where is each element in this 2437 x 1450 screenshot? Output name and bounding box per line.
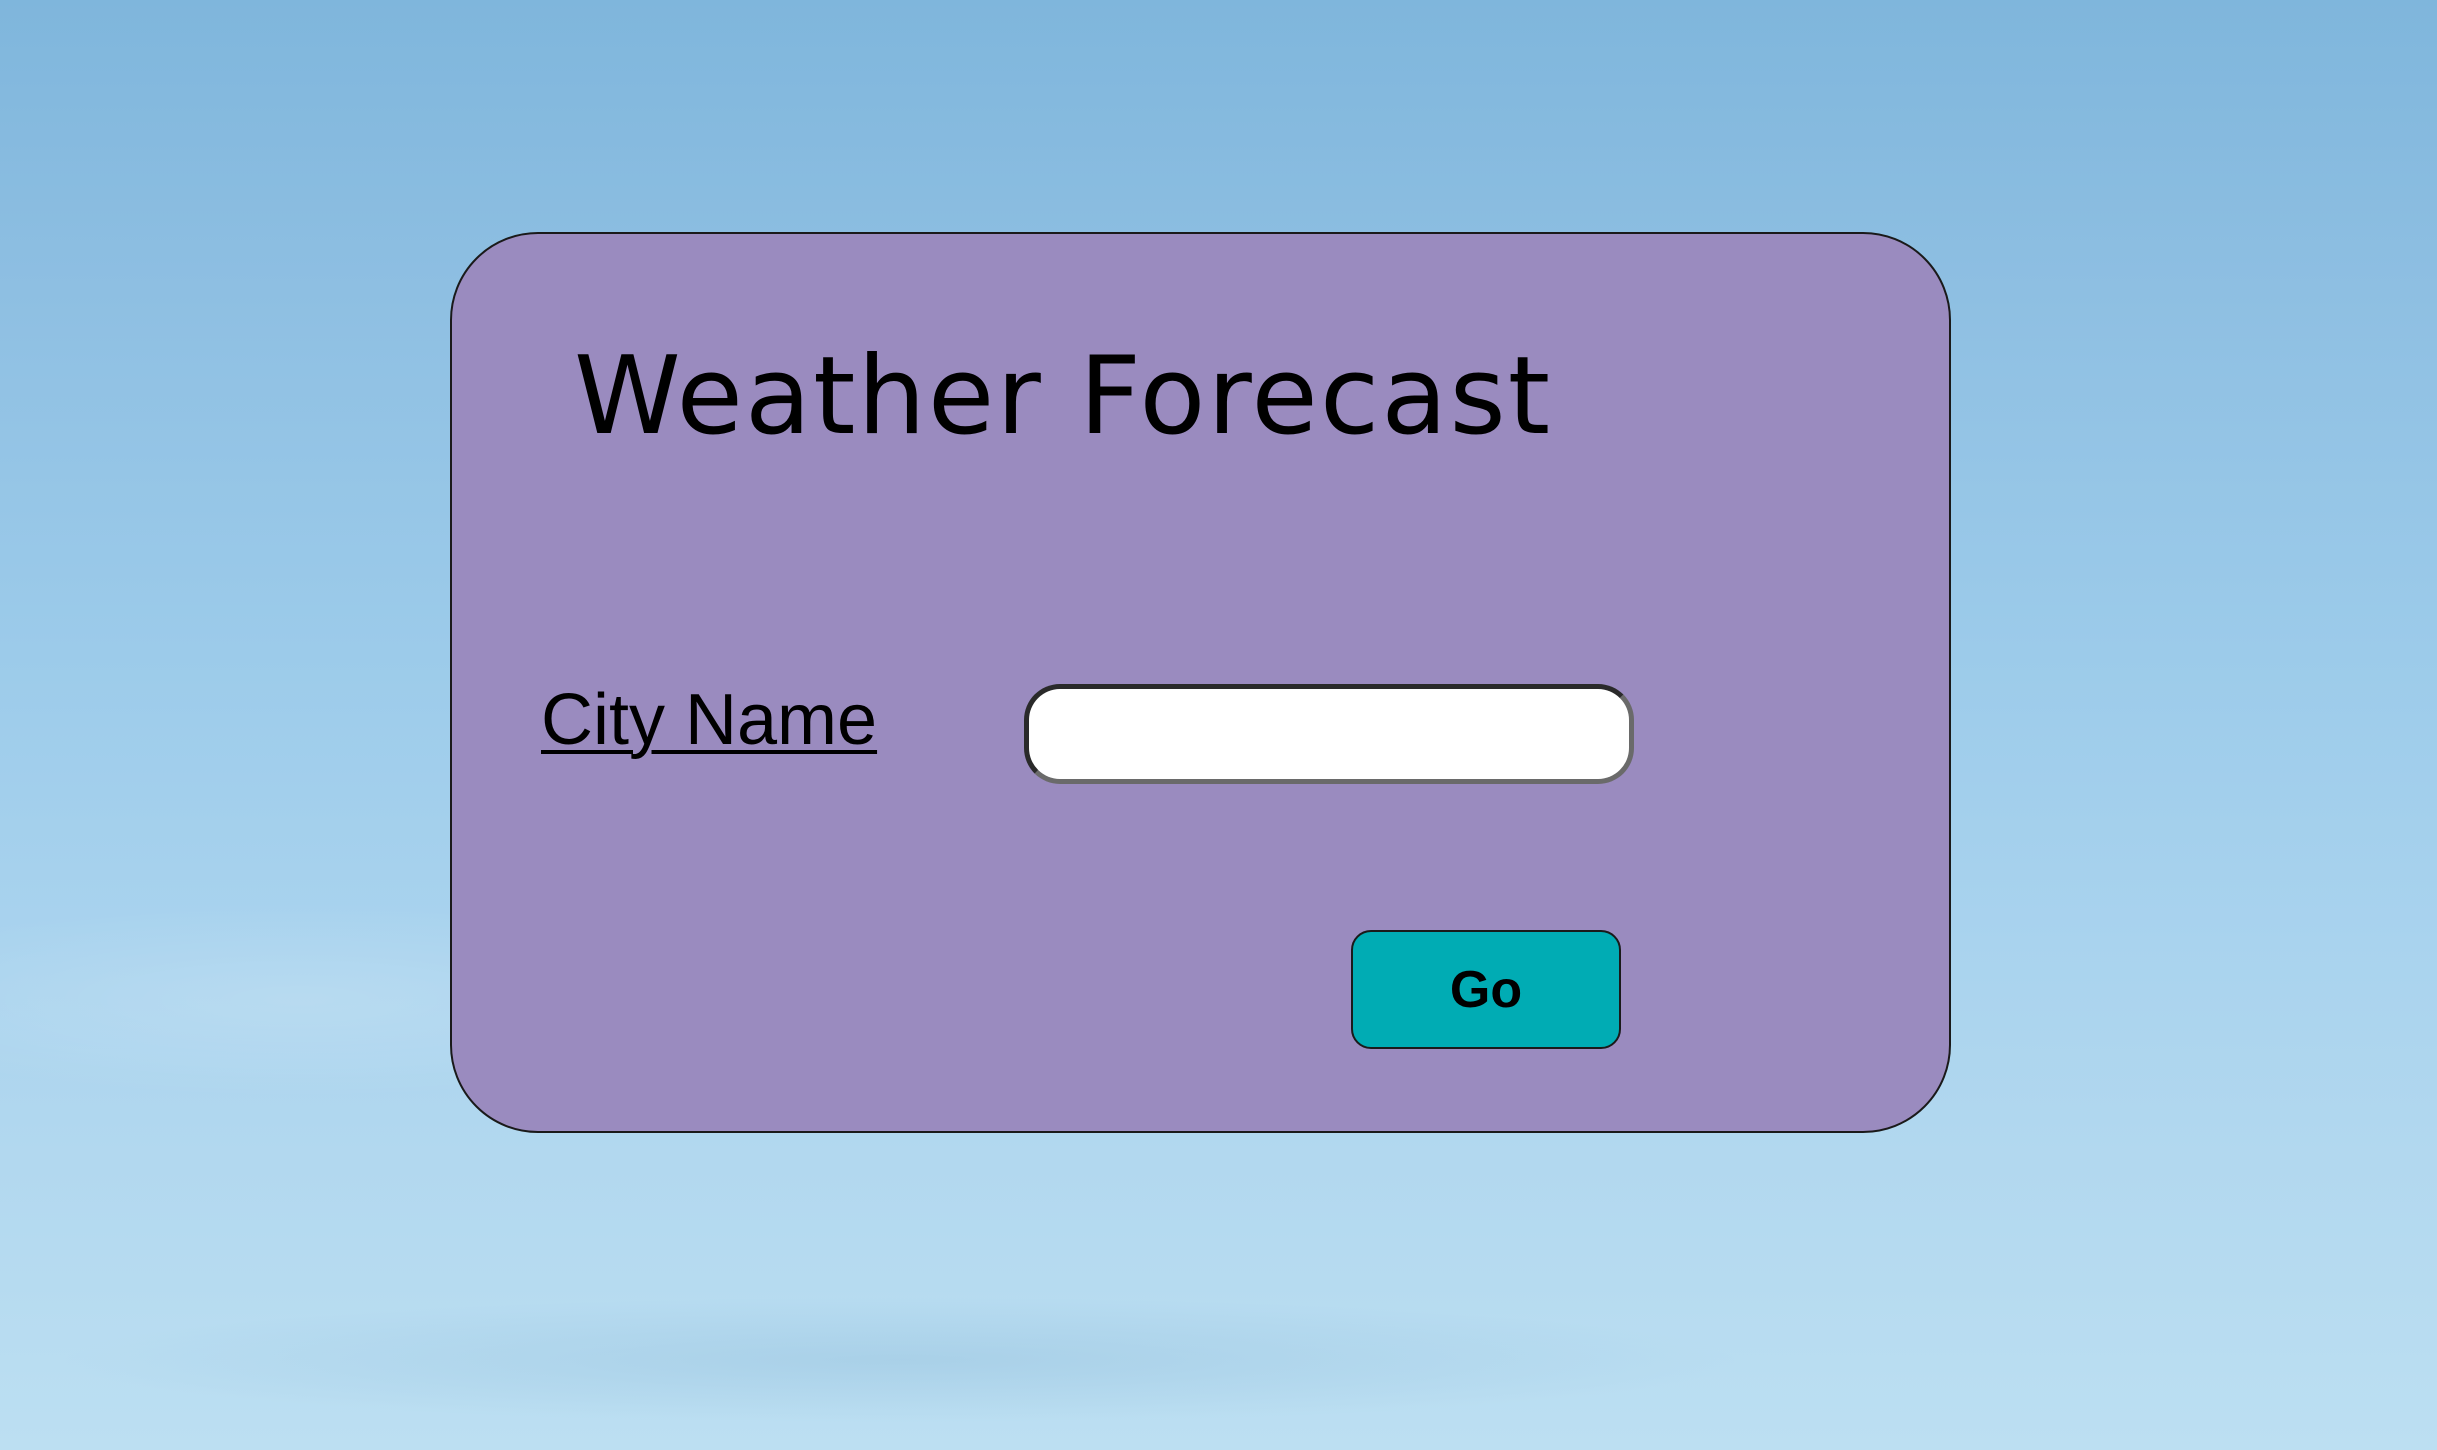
city-name-label: City Name <box>541 680 878 760</box>
go-button[interactable]: Go <box>1351 930 1621 1049</box>
city-name-input[interactable] <box>1024 684 1634 784</box>
page-title: Weather Forecast <box>574 334 1553 459</box>
